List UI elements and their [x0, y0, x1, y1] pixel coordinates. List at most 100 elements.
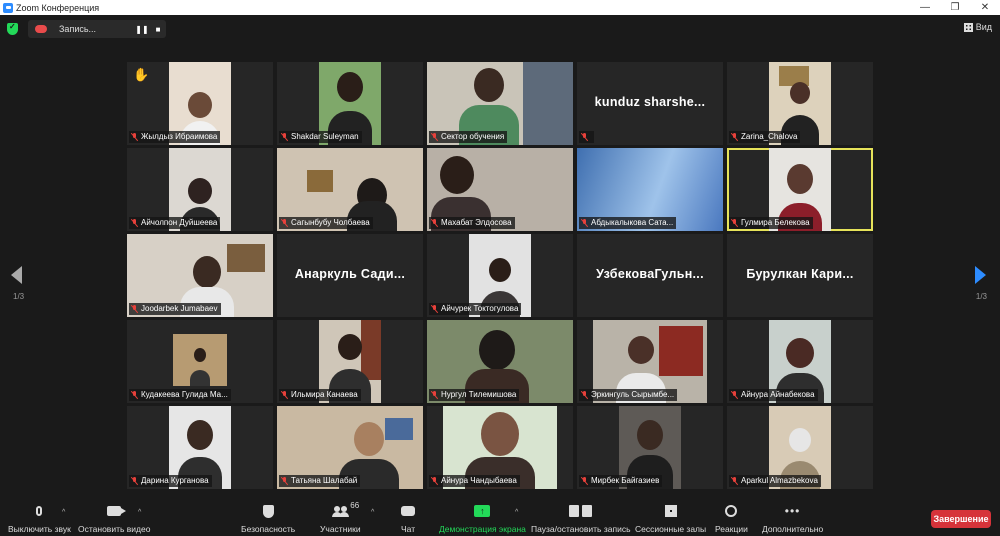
chevron-left-icon: [11, 266, 22, 284]
video-tile[interactable]: Айнура Айнабекова: [727, 320, 873, 403]
participant-name-tag: Дарина Курганова: [129, 475, 212, 487]
participants-count: 66: [350, 501, 360, 510]
camera-icon: [107, 506, 127, 516]
share-screen-label: Демонстрация экрана: [439, 524, 526, 534]
page-indicator-right: 1/3: [975, 292, 987, 301]
video-tile[interactable]: Кудакеева Гулида Ма...: [127, 320, 273, 403]
view-button[interactable]: Вид: [963, 22, 992, 32]
participant-name-tag: Айнура Чандыбаева: [429, 475, 520, 487]
video-tile[interactable]: ✋ Жылдыз Ибраимова: [127, 62, 273, 145]
video-tile[interactable]: Сектор обучения: [427, 62, 573, 145]
video-tile[interactable]: Нургул Тилемишова: [427, 320, 573, 403]
mic-muted-icon: [131, 133, 138, 141]
more-button[interactable]: ••• Дополнительно: [762, 504, 823, 534]
mic-muted-icon: [581, 477, 588, 485]
video-tile[interactable]: Дарина Курганова: [127, 406, 273, 489]
window-title: Zoom Конференция: [16, 2, 100, 13]
video-tile[interactable]: Махабат Элдосова: [427, 148, 573, 231]
chat-icon: [401, 506, 416, 516]
recording-indicator: Запись... ❚❚ ■: [28, 20, 166, 38]
mic-muted-icon: [431, 477, 438, 485]
participant-name-tag: Гулмира Белекова: [729, 217, 813, 229]
previous-page-button[interactable]: [11, 266, 25, 286]
video-tile[interactable]: Shakdar Suleyman: [277, 62, 423, 145]
share-screen-button[interactable]: ↑ Демонстрация экрана: [439, 504, 526, 534]
recording-label: Запись...: [59, 24, 97, 34]
mic-muted-icon: [281, 391, 288, 399]
video-tile[interactable]: Бурулкан Кари...: [727, 234, 873, 317]
security-button[interactable]: Безопасность: [241, 504, 295, 534]
mic-muted-icon: [281, 133, 288, 141]
restore-button[interactable]: ❐: [940, 2, 970, 13]
microphone-icon: [36, 506, 43, 516]
security-label: Безопасность: [241, 524, 296, 534]
video-tile[interactable]: Эркингуль Сырымбе...: [577, 320, 723, 403]
video-tile[interactable]: Анаркуль Сади...: [277, 234, 423, 317]
participant-display-name: УзбековаГульн...: [596, 267, 704, 281]
participant-name-tag: Жылдыз Ибраимова: [129, 131, 221, 143]
breakout-rooms-button[interactable]: Сессионные залы: [635, 504, 706, 534]
end-meeting-button[interactable]: Завершение: [931, 510, 991, 528]
mic-muted-icon: [131, 391, 138, 399]
stop-recording-button[interactable]: ■: [150, 25, 166, 34]
video-tile[interactable]: Мирбек Байгазиев: [577, 406, 723, 489]
breakout-rooms-label: Сессионные залы: [635, 524, 707, 534]
participant-name-tag: Aparkul Almazbekova: [729, 475, 821, 487]
mic-muted-icon: [581, 133, 588, 141]
video-tile[interactable]: Aparkul Almazbekova: [727, 406, 873, 489]
grid-icon: [963, 22, 973, 32]
pause-stop-icon: [569, 505, 593, 517]
mic-muted-icon: [131, 219, 138, 227]
mic-muted-icon: [431, 133, 438, 141]
participant-name-tag: Эркингуль Сырымбе...: [579, 389, 678, 401]
share-options-caret-icon[interactable]: ^: [515, 509, 518, 516]
video-tile[interactable]: Ильмира Канаева: [277, 320, 423, 403]
chat-button[interactable]: Чат: [401, 504, 415, 534]
mic-muted-icon: [131, 477, 138, 485]
video-tile[interactable]: Сагынбубу Чолбаева: [277, 148, 423, 231]
video-tile[interactable]: Айчолпон Дуйшеева: [127, 148, 273, 231]
participant-name-tag: Татьяна Шалабай: [279, 475, 361, 487]
mic-muted-icon: [431, 305, 438, 313]
participant-name-tag: Нургул Тилемишова: [429, 389, 520, 401]
pause-stop-recording-button[interactable]: Пауза/остановить запись: [531, 504, 631, 534]
video-tile[interactable]: Joodarbek Jumabaev: [127, 234, 273, 317]
participant-name-tag: [579, 131, 594, 143]
participant-name-tag: Zarina_Chalova: [729, 131, 801, 143]
video-tile[interactable]: Айчурек Токтогулова: [427, 234, 573, 317]
video-options-caret-icon[interactable]: ^: [138, 509, 141, 516]
participant-video: [173, 334, 227, 386]
video-tile[interactable]: Абдыкалыкова Сата...: [577, 148, 723, 231]
pause-recording-button[interactable]: ❚❚: [134, 25, 150, 34]
mic-muted-icon: [131, 305, 138, 313]
participant-name-tag: Мирбек Байгазиев: [579, 475, 663, 487]
minimize-button[interactable]: —: [910, 2, 940, 13]
video-tile-active-speaker[interactable]: Гулмира Белекова: [727, 148, 873, 231]
participant-name-tag: Махабат Элдосова: [429, 217, 515, 229]
cloud-record-icon: [35, 25, 47, 33]
audio-options-caret-icon[interactable]: ^: [62, 509, 65, 516]
more-label: Дополнительно: [762, 524, 824, 534]
reactions-button[interactable]: Реакции: [715, 504, 748, 534]
video-tile[interactable]: kunduz sharshe...: [577, 62, 723, 145]
video-tile[interactable]: Zarina_Chalova: [727, 62, 873, 145]
close-button[interactable]: ✕: [970, 2, 1000, 13]
participants-button[interactable]: 66 Участники: [320, 501, 361, 534]
participants-icon: [332, 505, 348, 517]
participants-options-caret-icon[interactable]: ^: [371, 509, 374, 516]
participant-name-tag: Сектор обучения: [429, 131, 508, 143]
meeting-toolbar: Выключить звук ^ Остановить видео ^ Безо…: [0, 500, 1000, 536]
shield-icon: [262, 504, 274, 518]
share-screen-icon: ↑: [474, 505, 491, 517]
encryption-shield-icon[interactable]: [7, 22, 18, 35]
video-tile[interactable]: УзбековаГульн...: [577, 234, 723, 317]
window-titlebar: Zoom Конференция — ❐ ✕: [0, 0, 1000, 15]
next-page-button[interactable]: [975, 266, 989, 286]
mic-muted-icon: [281, 219, 288, 227]
chat-label: Чат: [401, 524, 416, 534]
raised-hand-icon: ✋: [133, 67, 150, 82]
mute-label: Выключить звук: [8, 524, 71, 534]
video-tile[interactable]: Айнура Чандыбаева: [427, 406, 573, 489]
video-tile[interactable]: Татьяна Шалабай: [277, 406, 423, 489]
participant-name-tag: Айчолпон Дуйшеева: [129, 217, 221, 229]
